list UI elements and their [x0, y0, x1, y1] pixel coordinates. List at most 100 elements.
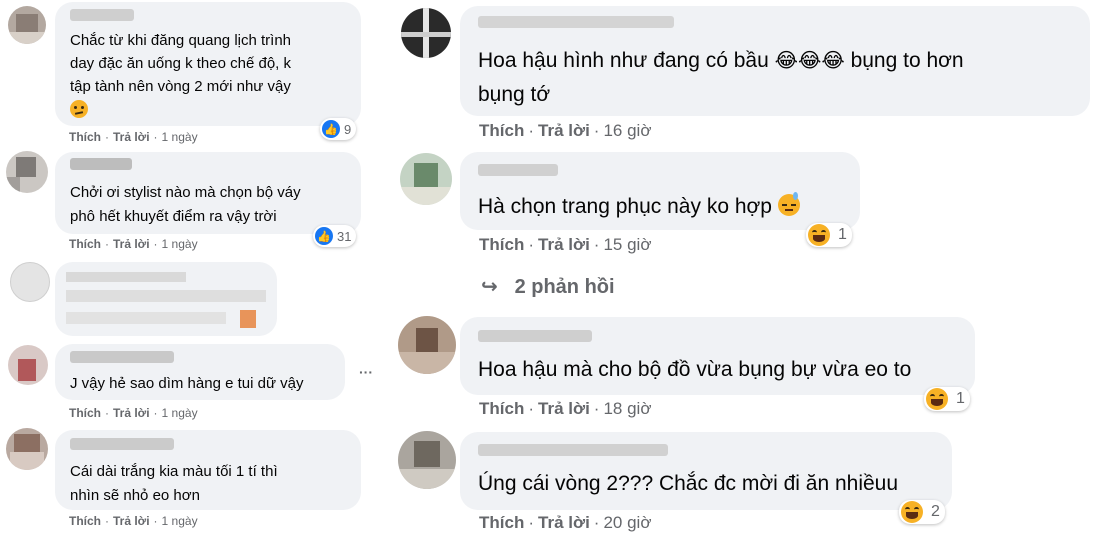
avatar[interactable] [8, 345, 48, 385]
comment-text-part: Hoa hậu hình như đang có bầu [478, 49, 775, 72]
comment-actions: Thích · Trả lời · 1 ngày [69, 514, 198, 528]
reply-link[interactable]: Trả lời [538, 513, 590, 533]
timestamp[interactable]: 20 giờ [603, 513, 651, 533]
reaction-count: 31 [337, 228, 352, 244]
avatar[interactable] [400, 153, 452, 205]
confused-emoji [70, 100, 88, 118]
comment-text: J vậy hẻ sao dìm hàng e tui dữ vậy [70, 375, 304, 392]
separator-dot: · [593, 399, 600, 418]
blurred-content [240, 310, 256, 328]
sad-sweat-emoji [777, 192, 800, 216]
reply-link[interactable]: Trả lời [538, 235, 590, 255]
like-link[interactable]: Thích [69, 130, 101, 144]
timestamp[interactable]: 16 giờ [603, 121, 651, 141]
more-options-button[interactable]: ··· [359, 364, 373, 380]
timestamp[interactable]: 1 ngày [162, 514, 198, 528]
comment-actions: Thích · Trả lời · 20 giờ [479, 513, 651, 533]
like-link[interactable]: Thích [479, 399, 524, 419]
like-icon: 👍 [315, 227, 333, 245]
reaction-count: 1 [956, 390, 965, 407]
like-link[interactable]: Thích [69, 514, 101, 528]
like-link[interactable]: Thích [69, 237, 101, 251]
blurred-author-name[interactable] [478, 330, 592, 342]
reaction-summary[interactable]: 1 [806, 223, 852, 247]
reply-link[interactable]: Trả lời [113, 514, 150, 528]
like-link[interactable]: Thích [479, 513, 524, 533]
reaction-count: 2 [931, 503, 940, 520]
separator-dot: · [105, 130, 109, 144]
comment-actions: Thích · Trả lời · 1 ngày [69, 237, 198, 251]
haha-icon [926, 388, 948, 410]
comment-actions: Thích · Trả lời · 1 ngày [69, 406, 198, 420]
separator-dot: · [593, 121, 600, 140]
timestamp[interactable]: 1 ngày [162, 406, 198, 420]
avatar[interactable] [10, 262, 50, 302]
reply-arrow-icon: ↪ [481, 276, 498, 298]
reply-link[interactable]: Trả lời [113, 130, 150, 144]
comment-text: Hoa hậu hình như đang có bầu 😂😂😂 bụng to… [478, 44, 1078, 111]
like-icon: 👍 [322, 120, 340, 138]
timestamp[interactable]: 18 giờ [603, 399, 651, 419]
blurred-author-name[interactable] [478, 164, 558, 176]
comment-text: Chởi ơi stylist nào mà chọn bộ váy phô h… [70, 184, 301, 225]
reply-link[interactable]: Trả lời [113, 406, 150, 420]
reaction-count: 9 [344, 121, 352, 137]
blurred-content [66, 312, 226, 324]
replies-count-label: 2 phản hồi [514, 276, 615, 298]
blurred-author-name[interactable] [70, 9, 134, 21]
avatar[interactable] [6, 428, 48, 470]
view-replies-link[interactable]: ↪ 2 phản hồi [481, 274, 615, 299]
separator-dot: · [593, 513, 600, 532]
timestamp[interactable]: 1 ngày [162, 130, 198, 144]
blurred-author-name[interactable] [478, 444, 668, 456]
comment-actions: Thích · Trả lời · 15 giờ [479, 235, 651, 255]
timestamp[interactable]: 1 ngày [162, 237, 198, 251]
blurred-author-name[interactable] [478, 16, 674, 28]
blurred-author-name[interactable] [70, 438, 174, 450]
comment-text: Chắc từ khi đăng quang lịch trình day đặ… [70, 32, 292, 95]
comment-text-part: Hà chọn trang phục này ko hợp [478, 195, 778, 218]
separator-dot: · [153, 514, 158, 528]
separator-dot: · [153, 237, 158, 251]
separator-dot: · [528, 235, 535, 254]
blurred-author-name[interactable] [70, 351, 174, 363]
separator-dot: · [528, 399, 535, 418]
comment-actions: Thích · Trả lời · 1 ngày [69, 130, 198, 144]
separator-dot: · [593, 235, 600, 254]
comment-text: Hà chọn trang phục này ko hợp [478, 192, 848, 221]
reaction-summary[interactable]: 👍 31 [313, 225, 357, 247]
haha-icon [901, 501, 923, 523]
avatar[interactable] [8, 6, 46, 44]
reply-link[interactable]: Trả lời [113, 237, 150, 251]
haha-icon [808, 224, 830, 246]
reply-link[interactable]: Trả lời [538, 121, 590, 141]
separator-dot: · [528, 513, 535, 532]
blurred-author-name[interactable] [70, 158, 132, 170]
reply-link[interactable]: Trả lời [538, 399, 590, 419]
comment-actions: Thích · Trả lời · 16 giờ [479, 121, 651, 141]
comment-actions: Thích · Trả lời · 18 giờ [479, 399, 651, 419]
separator-dot: · [153, 130, 158, 144]
comment-text: Úng cái vòng 2??? Chắc đc mời đi ăn nhiề… [478, 472, 899, 495]
reaction-summary[interactable]: 2 [899, 500, 945, 524]
blurred-content [66, 272, 186, 282]
reaction-summary[interactable]: 👍 9 [320, 118, 357, 140]
timestamp[interactable]: 15 giờ [603, 235, 651, 255]
separator-dot: · [153, 406, 158, 420]
avatar[interactable] [398, 431, 456, 489]
avatar[interactable] [401, 8, 451, 58]
avatar[interactable] [6, 151, 48, 193]
reaction-summary[interactable]: 1 [924, 387, 970, 411]
laughing-tears-emoji: 😂😂😂 [774, 50, 845, 72]
like-link[interactable]: Thích [69, 406, 101, 420]
avatar[interactable] [398, 316, 456, 374]
reaction-count: 1 [838, 226, 847, 243]
separator-dot: · [105, 237, 109, 251]
blurred-content [66, 290, 266, 302]
like-link[interactable]: Thích [479, 121, 524, 141]
like-link[interactable]: Thích [479, 235, 524, 255]
separator-dot: · [105, 406, 109, 420]
comment-text: Cái dài trắng kia màu tối 1 tí thì nhìn … [70, 463, 278, 504]
comment-text: Hoa hậu mà cho bộ đồ vừa bụng bự vừa eo … [478, 358, 912, 381]
separator-dot: · [528, 121, 535, 140]
